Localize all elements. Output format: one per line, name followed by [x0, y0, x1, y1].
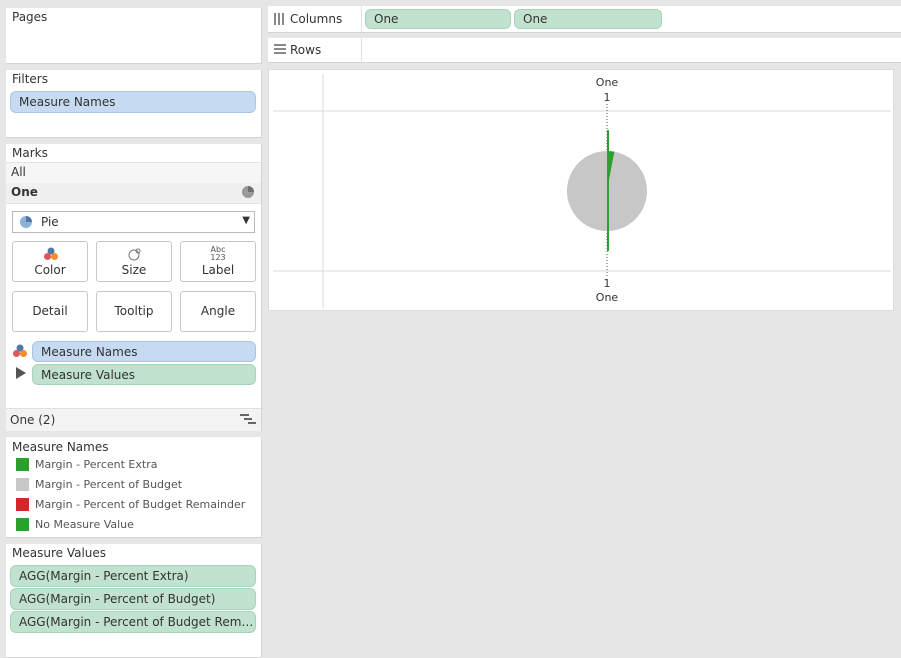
- size-icon: [127, 247, 143, 264]
- pie-type-icon: [19, 215, 33, 232]
- bottom-axis-title: One: [595, 291, 619, 304]
- label-icon: Abc 123: [210, 245, 226, 262]
- measure-value-pill[interactable]: AGG(Margin - Percent of Budget Remainde.…: [10, 611, 256, 633]
- marks-one-row[interactable]: One: [6, 183, 261, 204]
- marks-footer-label: One (2): [10, 413, 56, 427]
- angle-icon: [15, 367, 27, 382]
- pages-card: Pages: [6, 8, 262, 64]
- filters-title: Filters: [12, 72, 48, 86]
- marks-field-measure-names[interactable]: Measure Names: [32, 341, 256, 362]
- tooltip-button-label: Tooltip: [114, 304, 154, 318]
- columns-divider: [361, 6, 362, 32]
- color-icon: [12, 344, 28, 361]
- pages-title: Pages: [12, 10, 48, 24]
- columns-label: Columns: [290, 12, 343, 26]
- detail-button-label: Detail: [32, 304, 68, 318]
- measure-values-title: Measure Values: [12, 546, 107, 560]
- size-button[interactable]: Size: [96, 241, 172, 282]
- legend-title: Measure Names: [12, 440, 109, 454]
- legend-swatch: [16, 458, 29, 471]
- label-button-label: Label: [201, 263, 235, 277]
- rows-shelf[interactable]: Rows: [268, 38, 901, 63]
- legend-item-label: Margin - Percent of Budget Remainder: [35, 498, 246, 511]
- rows-icon: [274, 44, 286, 59]
- top-axis-title: One: [595, 76, 619, 89]
- top-tick-label: 1: [603, 91, 611, 104]
- detail-button[interactable]: Detail: [12, 291, 88, 332]
- rows-divider: [361, 38, 362, 62]
- mark-type-dropdown[interactable]: Pie ▼: [12, 211, 255, 233]
- legend-swatch: [16, 518, 29, 531]
- legend-item-label: Margin - Percent Extra: [35, 458, 158, 471]
- measure-value-pill[interactable]: AGG(Margin - Percent of Budget): [10, 588, 256, 610]
- columns-icon: [274, 13, 286, 28]
- sort-icon[interactable]: [240, 413, 256, 428]
- legend-swatch: [16, 478, 29, 491]
- chart-svg: [273, 74, 891, 308]
- size-button-label: Size: [121, 263, 147, 277]
- color-button[interactable]: Color: [12, 241, 88, 282]
- filters-card: Filters Measure Names: [6, 70, 262, 138]
- marks-card: Marks All One Pie ▼ Color Size Abc 123 L…: [6, 144, 262, 431]
- angle-button[interactable]: Angle: [180, 291, 256, 332]
- chart-view: One 1 1 One: [268, 69, 894, 311]
- color-icon: [43, 247, 59, 264]
- marks-all-row[interactable]: All: [6, 162, 261, 184]
- columns-pill-one[interactable]: One: [365, 9, 511, 29]
- marks-card-label: One: [11, 185, 38, 199]
- measure-names-legend: Measure Names Margin - Percent Extra Mar…: [6, 437, 262, 538]
- measure-values-card: Measure Values AGG(Margin - Percent Extr…: [6, 544, 262, 658]
- rows-label: Rows: [290, 43, 322, 57]
- columns-pill-one[interactable]: One: [514, 9, 662, 29]
- legend-item-label: No Measure Value: [35, 518, 134, 531]
- legend-item-label: Margin - Percent of Budget: [35, 478, 183, 491]
- filter-pill-measure-names[interactable]: Measure Names: [10, 91, 256, 113]
- chevron-down-icon: ▼: [242, 215, 250, 226]
- angle-button-label: Angle: [200, 304, 236, 318]
- legend-swatch: [16, 498, 29, 511]
- measure-value-pill[interactable]: AGG(Margin - Percent Extra): [10, 565, 256, 587]
- marks-title: Marks: [12, 146, 48, 160]
- marks-all-label: All: [11, 165, 26, 179]
- tooltip-button[interactable]: Tooltip: [96, 291, 172, 332]
- marks-field-measure-values[interactable]: Measure Values: [32, 364, 256, 385]
- color-button-label: Color: [34, 263, 66, 277]
- label-button[interactable]: Abc 123 Label: [180, 241, 256, 282]
- bottom-tick-label: 1: [603, 277, 611, 290]
- mark-type-value: Pie: [41, 215, 59, 229]
- columns-shelf[interactable]: Columns One One: [268, 6, 901, 33]
- pie-mark-icon: [241, 185, 255, 202]
- marks-footer: One (2): [6, 408, 261, 431]
